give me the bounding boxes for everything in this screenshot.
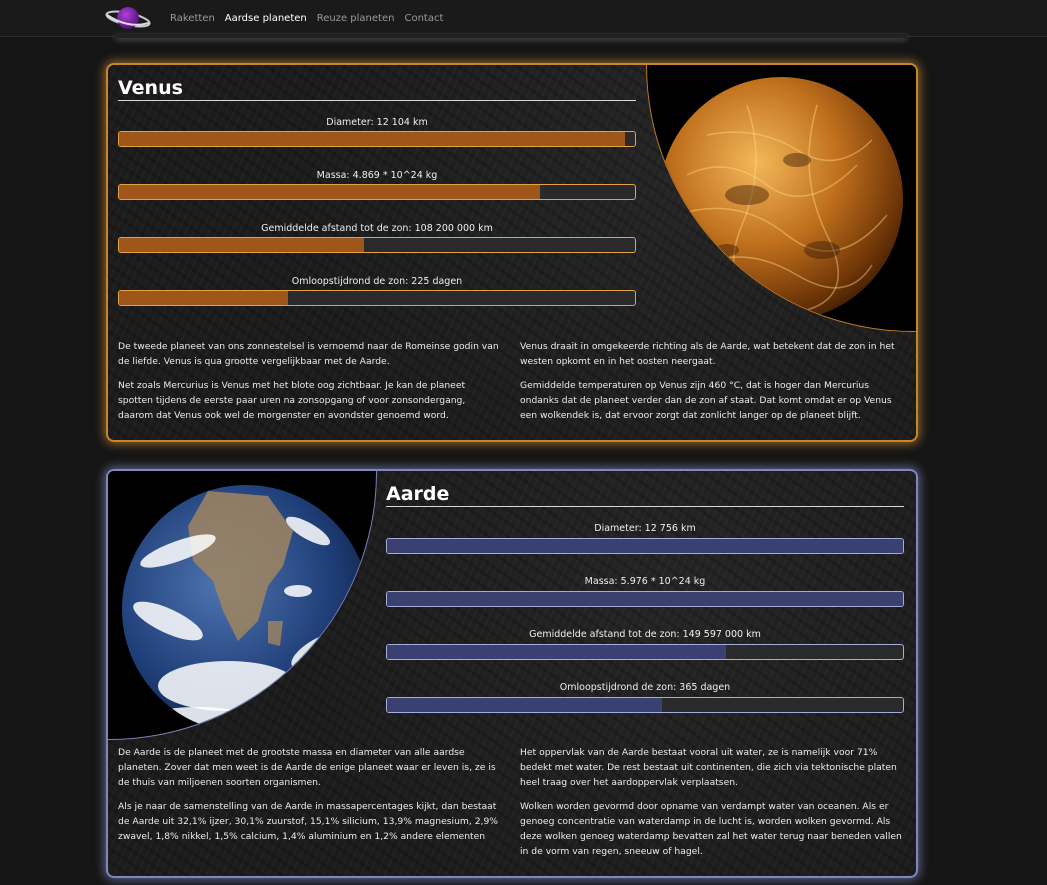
aarde-description-right: Het oppervlak van de Aarde bestaat voora… [520,745,904,868]
progress-fill-diameter [119,132,625,146]
aarde-description-left: De Aarde is de planeet met de grootste m… [118,745,502,853]
progress-bar-massa [118,184,636,200]
earth-planet-image [122,485,370,733]
stat-label-omloopstijd: Omloopstijdrond de zon: 225 dagen [291,276,463,287]
stat-label-massa: Massa: 5.976 * 10^24 kg [584,576,706,587]
paragraph: De Aarde is de planeet met de grootste m… [118,747,496,788]
paragraph: De tweede planeet van ons zonnestelsel i… [118,341,499,367]
progress-fill-massa [387,592,903,606]
paragraph: Net zoals Mercurius is Venus met het blo… [118,380,466,421]
nav-link-reuze-planeten[interactable]: Reuze planeten [317,13,395,24]
progress-fill-diameter [387,539,903,553]
progress-bar-afstand [118,237,636,253]
venus-planet-image [659,77,903,321]
navbar: Raketten Aardse planeten Reuze planeten … [0,0,1047,37]
aarde-card: Aarde Diameter: 12 756 km Massa: 5.976 *… [106,469,918,878]
progress-fill-omloopstijd [119,291,289,305]
paragraph: Als je naar de samenstelling van de Aard… [118,801,499,842]
progress-bar-afstand [386,644,904,660]
progress-fill-massa [119,185,540,199]
stat-label-diameter: Diameter: 12 104 km [326,117,428,128]
progress-fill-omloopstijd [387,698,662,712]
previous-card-edge [114,34,908,38]
progress-fill-afstand [387,645,726,659]
progress-fill-afstand [119,238,365,252]
nav-links: Raketten Aardse planeten Reuze planeten … [170,0,443,36]
stat-label-diameter: Diameter: 12 756 km [594,523,696,534]
aarde-image-panel [108,471,377,740]
venus-description-right: Venus draait in omgekeerde richting als … [520,339,904,432]
paragraph: Gemiddelde temperaturen op Venus zijn 46… [520,380,892,421]
planet-title: Aarde [386,483,904,507]
paragraph: Wolken worden gevormd door opname van ve… [520,801,902,857]
stat-label-afstand: Gemiddelde afstand tot de zon: 108 200 0… [261,223,493,234]
paragraph: Het oppervlak van de Aarde bestaat voora… [520,747,897,788]
progress-bar-diameter [386,538,904,554]
progress-bar-omloopstijd [118,290,636,306]
nav-link-contact[interactable]: Contact [404,13,443,24]
paragraph: Venus draait in omgekeerde richting als … [520,341,895,367]
stat-label-afstand: Gemiddelde afstand tot de zon: 149 597 0… [529,629,761,640]
nav-link-aardse-planeten[interactable]: Aardse planeten [225,13,307,24]
stat-label-massa: Massa: 4.869 * 10^24 kg [316,170,438,181]
progress-bar-omloopstijd [386,697,904,713]
progress-bar-massa [386,591,904,607]
venus-card: Venus Diameter: 12 104 km Massa: 4.869 *… [106,63,918,442]
venus-image-panel [646,65,916,332]
saturn-logo-icon[interactable] [104,3,152,33]
nav-link-raketten[interactable]: Raketten [170,13,215,24]
venus-description-left: De tweede planeet van ons zonnestelsel i… [118,339,502,432]
progress-bar-diameter [118,131,636,147]
planet-title: Venus [118,77,636,101]
stat-label-omloopstijd: Omloopstijdrond de zon: 365 dagen [559,682,731,693]
